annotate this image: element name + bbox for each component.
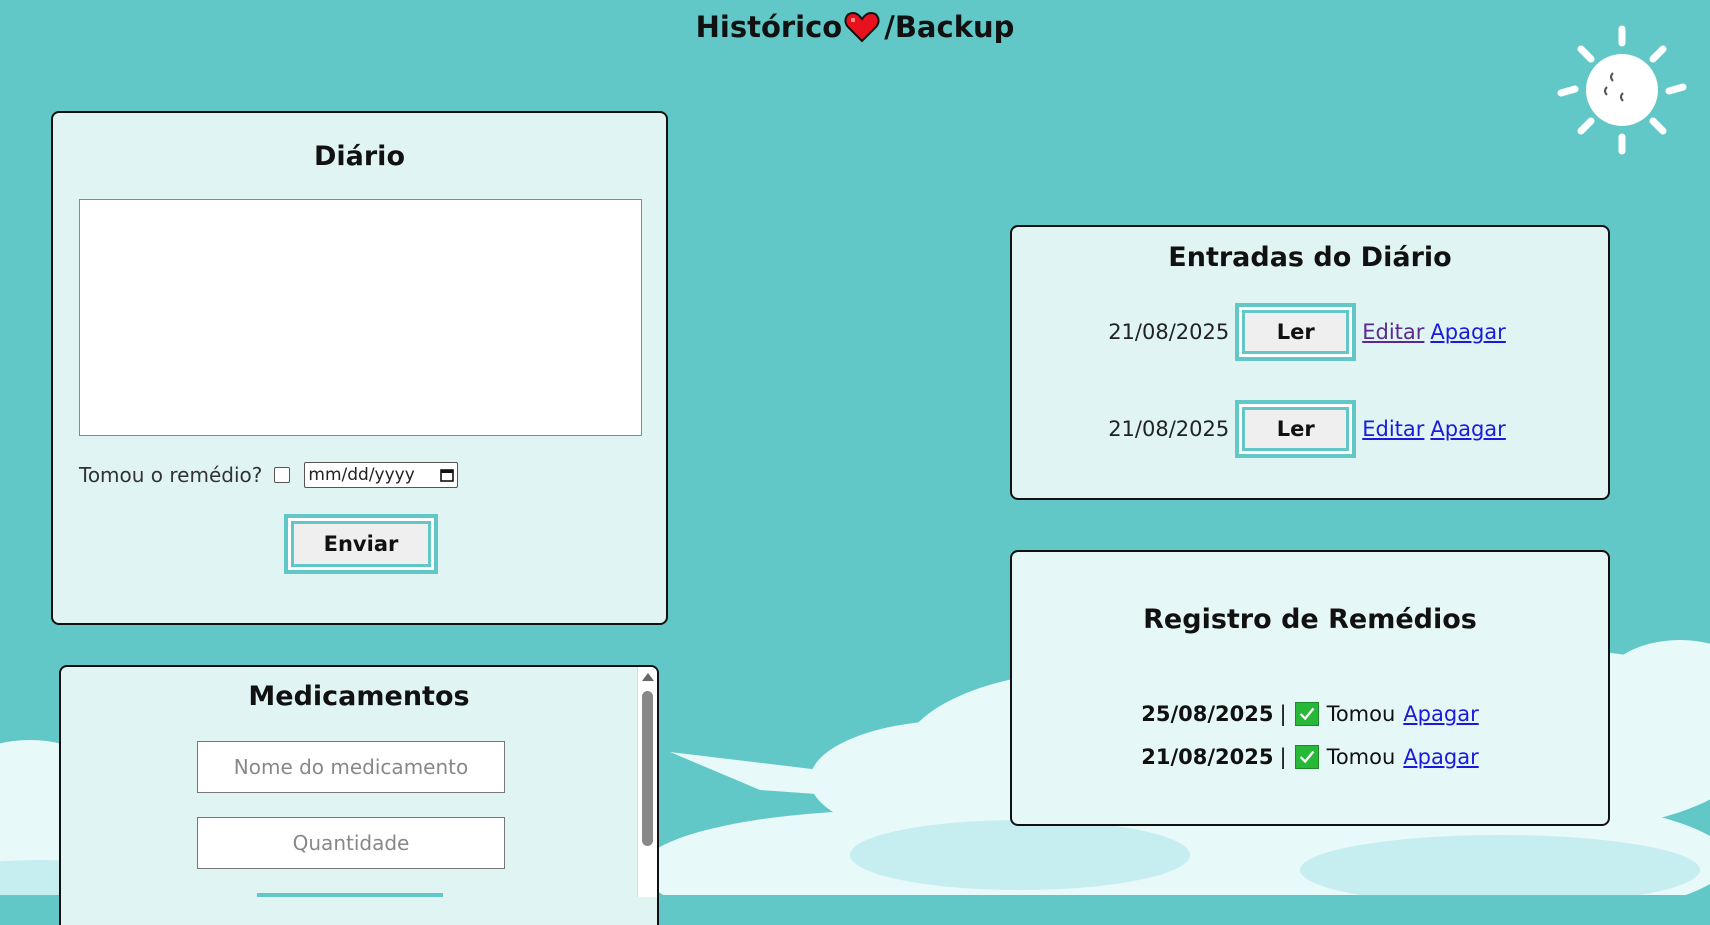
- entradas-title: Entradas do Diário: [1168, 242, 1452, 273]
- delete-link[interactable]: Apagar: [1430, 417, 1505, 441]
- record-separator: |: [1279, 702, 1287, 726]
- record-status: Tomou: [1326, 702, 1396, 726]
- entradas-card: Entradas do Diário 21/08/2025 Ler Editar…: [1010, 225, 1610, 500]
- medicamentos-scrollbar[interactable]: [637, 667, 657, 897]
- entry-date: 21/08/2025: [1108, 417, 1230, 441]
- check-icon: [1294, 745, 1319, 769]
- page-title: Histórico: [695, 10, 843, 44]
- list-item: 21/08/2025 | Tomou Apagar: [1012, 745, 1608, 769]
- medicine-taken-checkbox[interactable]: [274, 467, 291, 483]
- page-title-suffix: /Backup: [884, 10, 1015, 44]
- add-medication-button[interactable]: [257, 893, 443, 917]
- edit-link[interactable]: Editar: [1362, 320, 1424, 344]
- diario-title: Diário: [313, 141, 405, 172]
- medication-quantity-input[interactable]: [197, 817, 505, 869]
- date-input[interactable]: mm/dd/yyyy: [304, 462, 459, 488]
- enviar-button[interactable]: Enviar: [284, 514, 438, 574]
- delete-link[interactable]: Apagar: [1403, 702, 1478, 726]
- check-icon: [1294, 702, 1319, 726]
- list-item: 21/08/2025 Ler Editar Apagar: [1012, 303, 1608, 361]
- registro-title: Registro de Remédios: [1143, 604, 1477, 635]
- read-button-label: Ler: [1242, 310, 1350, 354]
- record-separator: |: [1279, 745, 1287, 769]
- registro-card: Registro de Remédios 25/08/2025 | Tomou …: [1010, 550, 1610, 826]
- page-header: Histórico /Backup: [0, 8, 1710, 44]
- heart-icon: [844, 11, 880, 43]
- record-date: 25/08/2025: [1141, 702, 1274, 726]
- read-button[interactable]: Ler: [1235, 400, 1357, 458]
- edit-link[interactable]: Editar: [1362, 417, 1424, 441]
- read-button-label: Ler: [1242, 407, 1350, 451]
- read-button[interactable]: Ler: [1235, 303, 1357, 361]
- record-date: 21/08/2025: [1141, 745, 1274, 769]
- medication-name-input[interactable]: [197, 741, 505, 793]
- diario-textarea[interactable]: [79, 199, 642, 436]
- record-status: Tomou: [1326, 745, 1396, 769]
- medicine-taken-row: Tomou o remédio? mm/dd/yyyy: [79, 462, 459, 488]
- diario-card: Diário Tomou o remédio? mm/dd/yyyy Envia…: [51, 111, 668, 625]
- medicamentos-title: Medicamentos: [248, 681, 470, 712]
- scroll-thumb[interactable]: [642, 691, 653, 846]
- sun-icon: [1557, 25, 1687, 155]
- delete-link[interactable]: Apagar: [1403, 745, 1478, 769]
- date-placeholder: mm/dd/yyyy: [308, 465, 415, 485]
- enviar-button-label: Enviar: [291, 521, 431, 567]
- list-item: 21/08/2025 Ler Editar Apagar: [1012, 400, 1608, 458]
- delete-link[interactable]: Apagar: [1430, 320, 1505, 344]
- medicamentos-card: Medicamentos: [59, 665, 659, 925]
- entry-date: 21/08/2025: [1108, 320, 1230, 344]
- scroll-up-arrow-icon[interactable]: [642, 673, 654, 681]
- list-item: 25/08/2025 | Tomou Apagar: [1012, 702, 1608, 726]
- calendar-icon[interactable]: [440, 468, 455, 482]
- medicine-taken-label: Tomou o remédio?: [79, 463, 263, 487]
